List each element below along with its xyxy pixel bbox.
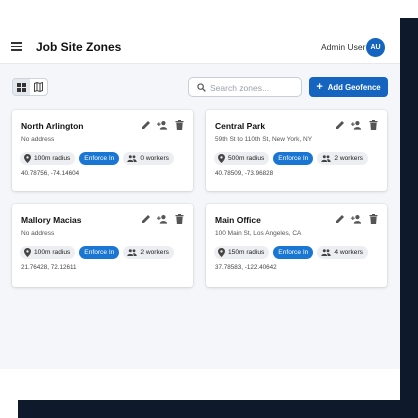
add-geofence-button[interactable]: + Add Geofence — [309, 77, 388, 97]
add-geofence-label: Add Geofence — [327, 82, 381, 92]
grid-view-button[interactable] — [13, 79, 30, 95]
workers-chip: 0 workers — [123, 152, 174, 165]
radius-label: 500m radius — [228, 155, 265, 162]
location-pin-icon — [218, 154, 225, 163]
workers-label: 2 workers — [140, 249, 169, 256]
trash-icon[interactable] — [174, 213, 185, 224]
pencil-icon[interactable] — [334, 119, 345, 130]
search-field[interactable] — [188, 77, 302, 97]
radius-label: 100m radius — [34, 249, 71, 256]
location-pin-icon — [24, 248, 31, 257]
zone-coordinates: 37.78583, -122.40642 — [215, 264, 277, 271]
page-footer-area — [0, 369, 400, 400]
trash-icon[interactable] — [174, 119, 185, 130]
location-pin-icon — [218, 248, 225, 257]
app-window: Job Site Zones Admin User AU Search zone… — [0, 0, 400, 369]
page-title: Job Site Zones — [36, 40, 122, 54]
radius-label: 150m radius — [228, 249, 265, 256]
pencil-icon[interactable] — [334, 213, 345, 224]
person-add-icon[interactable] — [157, 119, 168, 130]
zone-coordinates: 40.78509, -73.96828 — [215, 170, 274, 177]
zone-card[interactable]: Main Office 100 Main St, Los Angeles, CA… — [206, 204, 387, 287]
zone-chips: 100m radius Enforce In 2 workers — [20, 246, 174, 259]
zone-chips: 150m radius Enforce In 4 workers — [214, 246, 368, 259]
card-actions — [334, 119, 379, 130]
view-toggle — [12, 78, 48, 96]
zone-card[interactable]: Mallory Macias No address 100m radius En… — [12, 204, 193, 287]
zone-name: Mallory Macias — [21, 215, 82, 225]
enforce-chip[interactable]: Enforce In — [79, 152, 120, 165]
grid-icon — [17, 82, 26, 92]
workers-chip: 2 workers — [123, 246, 174, 259]
zone-card[interactable]: Central Park 59th St to 110th St, New Yo… — [206, 110, 387, 191]
backdrop-panel-right — [400, 18, 418, 418]
map-view-button[interactable] — [30, 79, 47, 95]
user-name[interactable]: Admin User — [321, 42, 365, 52]
workers-label: 0 workers — [140, 155, 169, 162]
zone-address: 59th St to 110th St, New York, NY — [215, 136, 313, 143]
map-icon — [34, 82, 43, 92]
people-icon — [321, 249, 332, 256]
radius-label: 100m radius — [34, 155, 71, 162]
trash-icon[interactable] — [368, 213, 379, 224]
pencil-icon[interactable] — [140, 119, 151, 130]
zone-address: 100 Main St, Los Angeles, CA — [215, 230, 302, 237]
card-actions — [334, 213, 379, 224]
enforce-chip[interactable]: Enforce In — [79, 246, 120, 259]
person-add-icon[interactable] — [157, 213, 168, 224]
menu-icon[interactable] — [11, 41, 23, 51]
zone-name: Central Park — [215, 121, 266, 131]
people-icon — [127, 249, 138, 256]
zone-chips: 500m radius Enforce In 2 workers — [214, 152, 368, 165]
people-icon — [127, 155, 138, 162]
zone-address: No address — [21, 230, 55, 237]
avatar[interactable]: AU — [366, 38, 385, 57]
person-add-icon[interactable] — [351, 213, 362, 224]
zone-name: North Arlington — [21, 121, 84, 131]
radius-chip: 100m radius — [20, 152, 76, 165]
zone-name: Main Office — [215, 215, 261, 225]
person-add-icon[interactable] — [351, 119, 362, 130]
zone-chips: 100m radius Enforce In 0 workers — [20, 152, 174, 165]
location-pin-icon — [24, 154, 31, 163]
app-header: Job Site Zones Admin User AU — [0, 0, 400, 64]
zone-address: No address — [21, 136, 55, 143]
enforce-chip[interactable]: Enforce In — [273, 152, 314, 165]
radius-chip: 150m radius — [214, 246, 270, 259]
plus-icon: + — [316, 80, 323, 93]
workers-chip: 2 workers — [317, 152, 368, 165]
radius-chip: 500m radius — [214, 152, 270, 165]
zone-coordinates: 21.76428, 72.12611 — [21, 264, 77, 271]
search-icon — [197, 83, 206, 92]
enforce-chip[interactable]: Enforce In — [273, 246, 314, 259]
pencil-icon[interactable] — [140, 213, 151, 224]
workers-label: 2 workers — [334, 155, 363, 162]
workers-label: 4 workers — [334, 249, 363, 256]
search-input[interactable] — [210, 80, 298, 95]
card-actions — [140, 213, 185, 224]
workers-chip: 4 workers — [317, 246, 368, 259]
zone-coordinates: 40.78756, -74.14604 — [21, 170, 80, 177]
card-actions — [140, 119, 185, 130]
zone-card[interactable]: North Arlington No address 100m radius E… — [12, 110, 193, 191]
radius-chip: 100m radius — [20, 246, 76, 259]
trash-icon[interactable] — [368, 119, 379, 130]
people-icon — [321, 155, 332, 162]
backdrop-panel-bottom — [18, 400, 418, 418]
